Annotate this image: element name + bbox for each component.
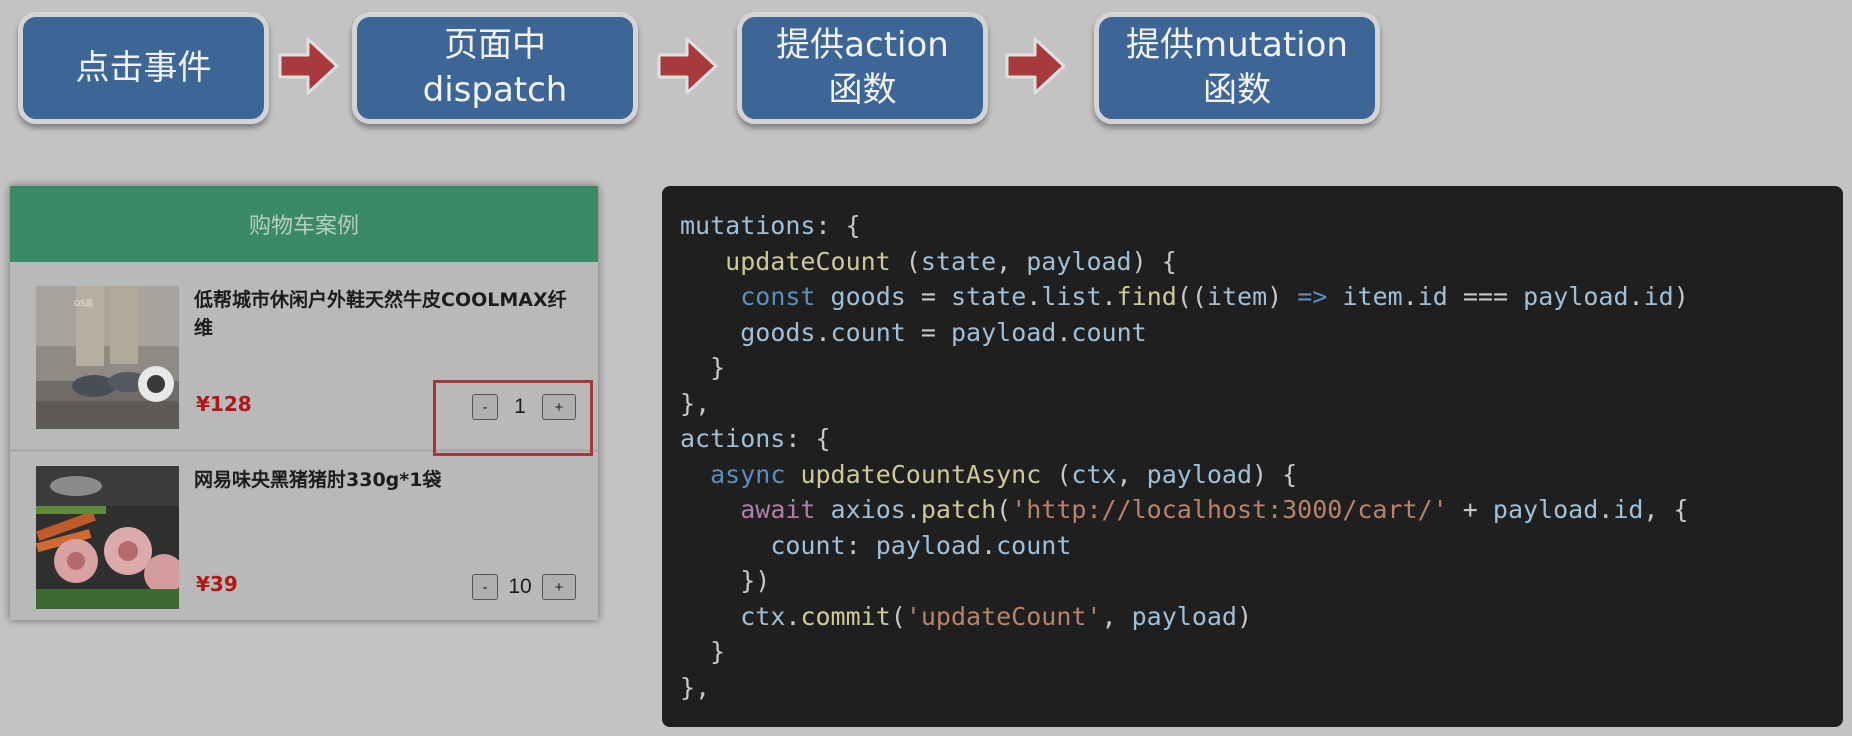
quantity-stepper[interactable]: - 10 + [472,573,576,601]
code-panel: mutations: { updateCount (state, payload… [662,186,1843,727]
flow-arrow-icon [278,37,339,95]
cart-header: 购物车案例 [10,186,598,262]
code-line: ctx.commit('updateCount', payload) [740,601,1253,631]
flow-step-mutation: 提供mutation 函数 [1094,12,1380,124]
code-block: mutations: { updateCount (state, payload… [680,208,1689,705]
increment-button[interactable]: + [542,574,576,600]
product-image-pork [36,466,179,609]
flow-step-dispatch: 页面中 dispatch [352,12,638,124]
item-title: 网易味央黑猪猪肘330g*1袋 [194,469,442,491]
flow-step-click-event: 点击事件 [18,12,269,124]
flow-step-line: 提供mutation [1126,25,1348,65]
code-line: goods.count = payload.count [740,317,1147,347]
flow-step-action: 提供action 函数 [737,12,988,124]
item-title: 低帮城市休闲户外鞋天然牛皮COOLMAX纤维 [194,289,567,339]
item-price: ¥128 [196,392,252,416]
flow-step-line: dispatch [422,70,568,110]
cart-title: 购物车案例 [248,214,359,239]
flow-arrow-icon [657,37,718,95]
code-line: } [710,353,726,382]
flow-step-line: 提供action [776,25,949,65]
code-line: actions: { [680,424,831,453]
item-price: ¥39 [196,572,238,596]
code-line: async updateCountAsync (ctx, payload) { [710,459,1298,489]
quantity-value: 10 [508,575,532,598]
flow-step-line: 函数 [828,70,897,110]
code-line: const goods = state.list.find((item) => … [740,282,1689,311]
code-line: await axios.patch('http://localhost:3000… [740,495,1689,524]
code-line: count: payload.count [770,530,1072,560]
code-line: updateCount (state, payload) { [725,246,1177,276]
code-line: } [710,637,726,666]
image-label: OS思 [74,299,93,308]
code-line: }, [680,388,711,418]
decrement-button[interactable]: - [472,574,498,600]
code-line: }) [740,566,771,595]
flow-step-line: 页面中 [444,25,546,65]
flow-step-line: 点击事件 [75,47,212,88]
flow-arrow-icon [1005,37,1066,95]
stepper-highlight-box [433,380,593,456]
code-line: }, [680,672,711,702]
product-image-shoes: OS思 [36,286,179,429]
code-line: mutations: { [680,211,861,240]
flow-step-line: 函数 [1203,70,1271,110]
